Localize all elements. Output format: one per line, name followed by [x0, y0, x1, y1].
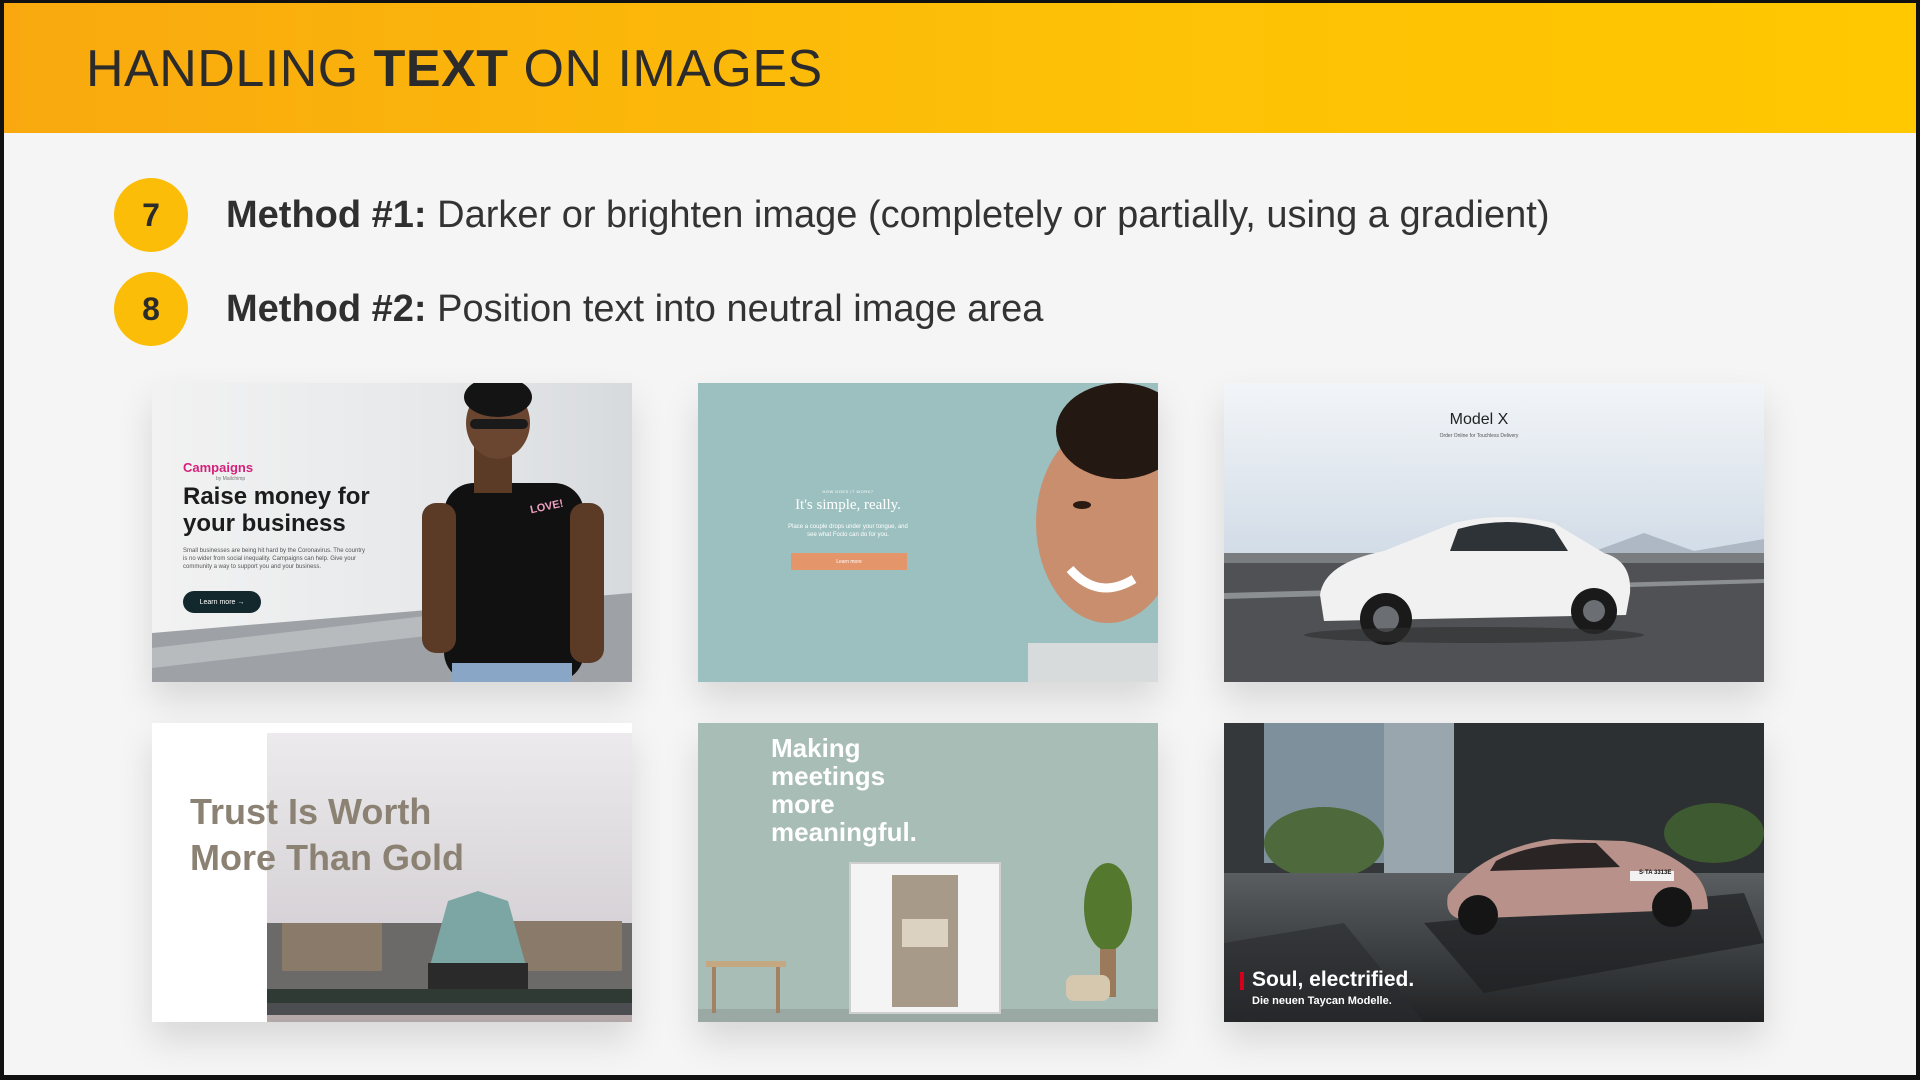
- example-tesla-image: Model X Order Online for Touchless Deliv…: [1224, 383, 1764, 682]
- meetings-headline: Making meetings more meaningful.: [771, 733, 917, 847]
- simple-learn-more-button: Learn more: [791, 553, 907, 570]
- tesla-model-title: Model X: [1449, 411, 1509, 428]
- tesla-subtitle: Order Online for Touchless Delivery: [1439, 433, 1519, 439]
- simple-headline: It's simple, really.: [795, 497, 901, 513]
- example-porsche-image: S·TA 3313E Soul, electrified. Die neuen …: [1224, 723, 1764, 1022]
- example-meetings-image: Making meetings more meaningful.: [698, 723, 1158, 1022]
- method-number-badge: 7: [114, 178, 188, 252]
- porsche-headline: Soul, electrified.: [1252, 968, 1415, 991]
- method-1-text: Method #1: Darker or brighten image (com…: [226, 193, 1550, 236]
- campaigns-headline: Raise money for your business: [183, 483, 370, 537]
- meetings-photo: [698, 723, 1158, 1022]
- campaigns-learn-more-button: Learn more →: [183, 591, 261, 613]
- method-2-row: 8 Method #2: Position text into neutral …: [114, 271, 1043, 347]
- example-gold-image: Trust Is Worth More Than Gold: [152, 723, 632, 1022]
- example-campaigns-image: LOVE! Campaigns by Mailchimp Raise money…: [152, 383, 632, 682]
- slide-title: HANDLING TEXT ON IMAGES: [86, 40, 823, 98]
- header-bar: HANDLING TEXT ON IMAGES: [4, 3, 1916, 133]
- campaigns-brand: Campaigns: [183, 460, 254, 475]
- campaigns-brand-sub: by Mailchimp: [216, 476, 246, 482]
- campaigns-body: Small businesses are being hit hard by t…: [183, 548, 365, 570]
- simple-body: Place a couple drops under your tongue, …: [788, 524, 908, 538]
- method-2-text: Method #2: Position text into neutral im…: [226, 287, 1044, 330]
- method-1-row: 7 Method #1: Darker or brighten image (c…: [114, 177, 1549, 253]
- porsche-subheadline: Die neuen Taycan Modelle.: [1252, 995, 1392, 1007]
- slide: HANDLING TEXT ON IMAGES 7 Method #1: Dar…: [4, 3, 1916, 1075]
- example-simple-image: HOW DOES IT WORK? It's simple, really. P…: [698, 383, 1158, 682]
- gold-headline: Trust Is Worth More Than Gold: [190, 791, 464, 878]
- simple-eyebrow: HOW DOES IT WORK?: [822, 489, 874, 494]
- porsche-accent-mark: [1240, 972, 1244, 990]
- method-number-badge: 8: [114, 272, 188, 346]
- porsche-license-plate: S·TA 3313E: [1639, 870, 1672, 876]
